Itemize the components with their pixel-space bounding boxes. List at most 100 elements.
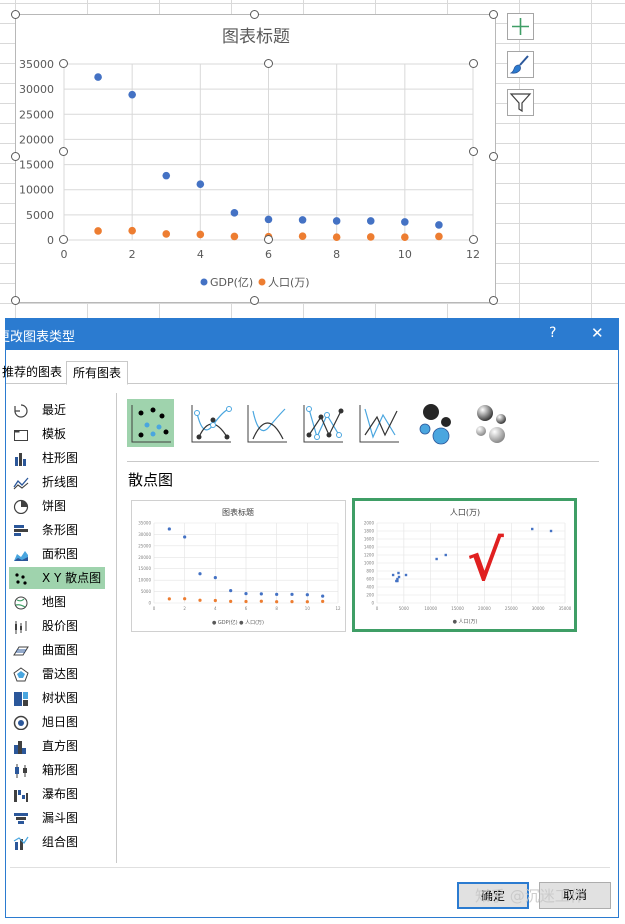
legend-label[interactable]: GDP(亿) [210, 276, 253, 289]
data-point[interactable] [332, 217, 341, 225]
plot-handle-bottom-left[interactable] [59, 235, 68, 244]
plot-handle-left[interactable] [59, 147, 68, 156]
category-divider [116, 393, 117, 863]
preview-y-tick: 0 [148, 601, 151, 606]
category-label: 曲面图 [42, 643, 79, 657]
data-point[interactable] [264, 215, 273, 224]
resize-handle-bottom-left[interactable] [11, 296, 20, 305]
data-point[interactable] [366, 217, 375, 225]
legend-label[interactable]: 人口(万) [268, 276, 310, 289]
resize-handle-top[interactable] [250, 10, 259, 19]
preview-1-legend: ● GDP(亿) ● 人口(万) [212, 619, 264, 626]
category-item[interactable]: X Y 散点图 [9, 567, 105, 589]
category-item[interactable]: 条形图 [9, 519, 105, 541]
data-point[interactable] [230, 232, 239, 241]
plot-handle-top-left[interactable] [59, 59, 68, 68]
data-point[interactable] [230, 209, 239, 217]
category-item[interactable]: 箱形图 [9, 759, 105, 781]
3d-bubble-type-button[interactable] [467, 399, 514, 447]
chart-elements-button[interactable] [507, 13, 534, 40]
category-item[interactable]: 曲面图 [9, 639, 105, 661]
category-item[interactable]: 最近 [9, 399, 105, 421]
data-point[interactable] [401, 218, 409, 226]
tab-all-charts[interactable]: 所有图表 [66, 361, 129, 385]
preview-1-chart: 图表标题 0 5000 10000 15000 20000 25000 30000 35000… [138, 507, 341, 626]
dialog-tabs: 推荐的图表 所有图表 [2, 357, 618, 385]
scatter-straight-lines-button[interactable] [355, 399, 402, 447]
category-item[interactable]: 旭日图 [9, 711, 105, 733]
category-item[interactable]: 瀑布图 [9, 783, 105, 805]
y-tick-label: 0 [47, 234, 54, 247]
category-icon [15, 621, 27, 634]
preview-y-tick: 800 [366, 569, 374, 574]
category-item[interactable]: 柱形图 [9, 447, 105, 469]
preview-point [549, 529, 553, 533]
help-button[interactable]: ? [549, 325, 556, 341]
close-button[interactable]: ✕ [591, 324, 604, 342]
plot-handle-right[interactable] [469, 147, 478, 156]
preview-y-tick: 30000 [138, 532, 151, 537]
preview-population[interactable]: 人口(万) 0 200 400 600 800 1000 1200 1400 1600 1800 2… [352, 498, 577, 632]
scatter-type-button[interactable] [127, 399, 174, 447]
data-point[interactable] [298, 216, 307, 224]
chart-styles-button[interactable] [507, 51, 534, 78]
data-point[interactable] [162, 230, 171, 238]
data-point[interactable] [366, 233, 375, 241]
resize-handle-left[interactable] [11, 152, 20, 161]
preview-y-tick: 5000 [141, 589, 152, 594]
category-item[interactable]: 饼图 [9, 495, 105, 517]
preview-point [404, 573, 408, 577]
plot-handle-bottom-right[interactable] [469, 235, 478, 244]
category-icon [15, 453, 26, 466]
preview-point [259, 599, 263, 603]
data-point[interactable] [332, 233, 341, 242]
category-item[interactable]: 折线图 [9, 471, 105, 493]
bubble-type-button[interactable] [411, 399, 458, 447]
chart-filters-button[interactable] [507, 89, 534, 116]
data-point[interactable] [162, 171, 171, 180]
category-item[interactable]: 雷达图 [9, 663, 105, 685]
data-point[interactable] [128, 226, 136, 235]
y-tick-label: 10000 [19, 184, 54, 197]
x-tick-label: 0 [61, 248, 68, 261]
category-item[interactable]: 股价图 [9, 615, 105, 637]
preview-gdp-population[interactable]: 图表标题 0 5000 10000 15000 20000 25000 30000 35000… [131, 500, 346, 632]
data-point[interactable] [298, 232, 307, 241]
preview-point [213, 598, 217, 603]
preview-point [229, 589, 233, 593]
data-point[interactable] [128, 90, 136, 99]
x-tick-label: 4 [197, 248, 204, 261]
data-point[interactable] [94, 227, 102, 235]
resize-handle-right[interactable] [489, 152, 498, 161]
scatter-smooth-markers-button[interactable] [187, 399, 234, 447]
category-item[interactable]: 面积图 [9, 543, 105, 565]
tab-recommended[interactable]: 推荐的图表 [2, 361, 62, 383]
resize-handle-top-left[interactable] [11, 10, 20, 19]
data-point[interactable] [94, 73, 102, 81]
plot-handle-top-right[interactable] [469, 59, 478, 68]
category-item[interactable]: 地图 [9, 591, 105, 613]
plot-handle-bottom[interactable] [264, 235, 273, 244]
category-label: 地图 [42, 595, 67, 609]
resize-handle-bottom[interactable] [250, 296, 259, 305]
category-item[interactable]: 模板 [9, 423, 105, 445]
category-item[interactable]: 直方图 [9, 735, 105, 757]
data-point[interactable] [196, 230, 205, 239]
y-tick-label: 5000 [26, 209, 54, 222]
data-point[interactable] [435, 232, 443, 241]
scatter-smooth-lines-button[interactable] [243, 399, 290, 447]
plot-handle-top[interactable] [264, 59, 273, 68]
data-point[interactable] [401, 233, 409, 242]
chart-area[interactable]: 图表标题 0 5000 10000 15000 20000 25000 30000 35000… [15, 14, 496, 303]
resize-handle-top-right[interactable] [489, 10, 498, 19]
preview-2-chart: 人口(万) 0 200 400 600 800 1000 1200 1400 1600 1800 2… [364, 508, 572, 625]
resize-handle-bottom-right[interactable] [489, 296, 498, 305]
category-item[interactable]: 组合图 [9, 831, 105, 853]
data-point[interactable] [196, 180, 205, 188]
category-item[interactable]: 漏斗图 [9, 807, 105, 829]
scatter-straight-markers-button[interactable] [299, 399, 346, 447]
data-point[interactable] [435, 221, 443, 229]
preview-point [290, 592, 294, 596]
brush-icon [509, 55, 529, 74]
category-item[interactable]: 树状图 [9, 687, 105, 709]
